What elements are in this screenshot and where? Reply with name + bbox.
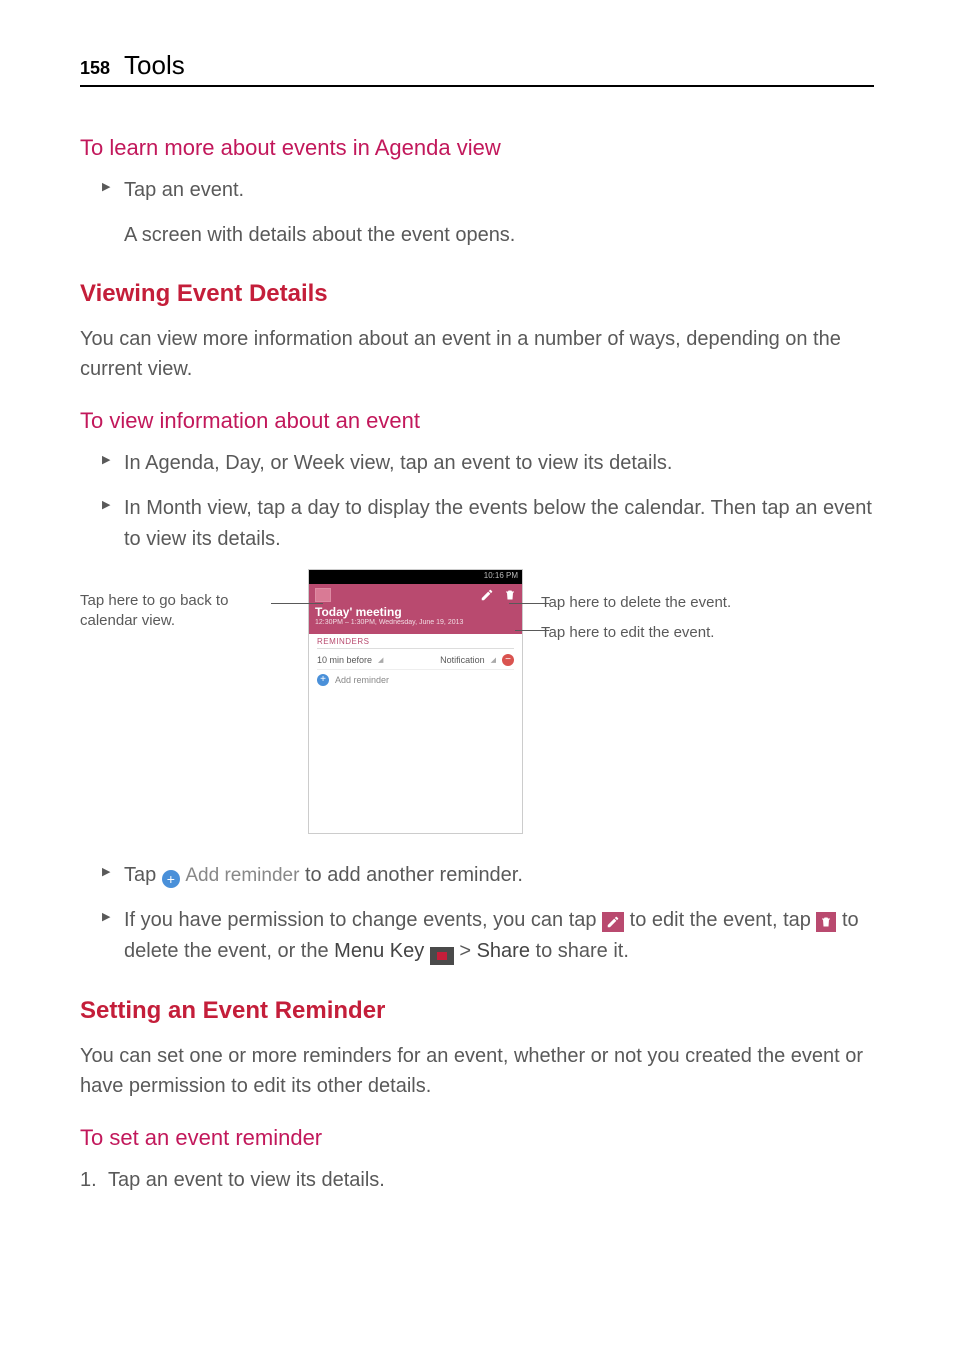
event-time: 12:30PM – 1:30PM, Wednesday, June 19, 20… [315, 619, 516, 626]
reminder-row[interactable]: 10 min before ◢ Notification ◢ − [317, 651, 514, 670]
annotated-screenshot: Tap here to go back to calendar view. 10… [80, 569, 874, 834]
reminder-time: 10 min before [317, 655, 372, 665]
page-number: 158 [80, 58, 110, 79]
text-fragment: to add another reminder. [305, 864, 523, 886]
menu-key-label: Menu Key [334, 940, 424, 962]
callout-back: Tap here to go back to calendar view. [80, 569, 290, 630]
text-fragment: > [459, 940, 476, 962]
add-reminder-label: Add reminder [335, 675, 389, 685]
callout-edit: Tap here to edit the event. [541, 623, 714, 643]
subheading-set-reminder: To set an event reminder [80, 1125, 874, 1151]
status-bar: 10:16 PM [309, 570, 522, 584]
list-item: Tap + Add reminder to add another remind… [124, 860, 874, 891]
step-item: Tap an event to view its details. [80, 1165, 874, 1195]
heading-viewing-event-details: Viewing Event Details [80, 280, 874, 308]
add-reminder-label: Add reminder [185, 865, 299, 886]
menu-key-icon [430, 947, 454, 965]
reminder-type: Notification [440, 655, 485, 665]
dropdown-icon: ◢ [378, 656, 383, 664]
text-fragment: to edit the event, tap [630, 909, 817, 931]
calendar-icon[interactable] [315, 588, 331, 602]
status-time: 10:16 PM [484, 571, 518, 580]
event-title: Today' meeting [315, 605, 516, 619]
edit-icon [602, 912, 624, 932]
phone-screenshot: 10:16 PM Today' meeting 12:30PM – 1:3 [308, 569, 523, 834]
body-text: You can set one or more reminders for an… [80, 1041, 874, 1101]
add-reminder-row[interactable]: + Add reminder [317, 670, 514, 690]
text-fragment: Tap [124, 864, 162, 886]
edit-icon[interactable] [480, 588, 494, 602]
event-titlebar: Today' meeting 12:30PM – 1:30PM, Wednesd… [309, 584, 522, 634]
text-fragment: to share it. [536, 940, 629, 962]
subheading-learn-more: To learn more about events in Agenda vie… [80, 135, 874, 161]
list-item: If you have permission to change events,… [124, 905, 874, 967]
delete-icon[interactable] [504, 588, 516, 602]
dropdown-icon: ◢ [491, 656, 496, 664]
share-label: Share [477, 940, 530, 962]
reminders-heading: REMINDERS [317, 637, 514, 649]
page-header: 158 Tools [80, 50, 874, 87]
body-text: You can view more information about an e… [80, 324, 874, 384]
add-icon: + [162, 870, 180, 888]
page-section-title: Tools [124, 50, 185, 81]
heading-setting-reminder: Setting an Event Reminder [80, 997, 874, 1025]
list-item: Tap an event. [124, 175, 874, 206]
subheading-view-info: To view information about an event [80, 408, 874, 434]
add-icon: + [317, 674, 329, 686]
list-item: In Agenda, Day, or Week view, tap an eve… [124, 448, 874, 479]
delete-icon [816, 912, 836, 932]
body-text: A screen with details about the event op… [80, 220, 874, 250]
remove-reminder-icon[interactable]: − [502, 654, 514, 666]
list-item: In Month view, tap a day to display the … [124, 493, 874, 555]
callout-delete: Tap here to delete the event. [541, 593, 731, 613]
text-fragment: If you have permission to change events,… [124, 909, 602, 931]
